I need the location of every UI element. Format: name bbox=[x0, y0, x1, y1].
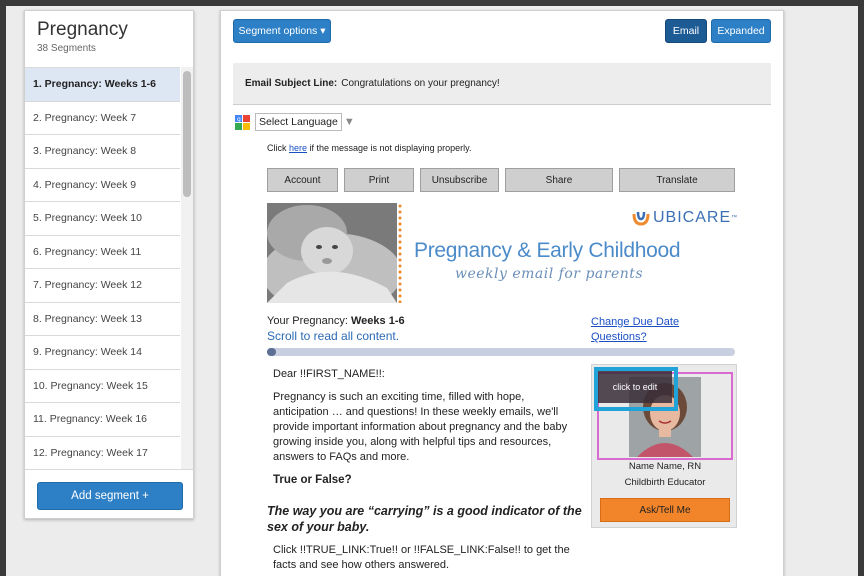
educator-name: Name Name, RN bbox=[628, 461, 702, 472]
chevron-down-icon[interactable]: ▼ bbox=[344, 116, 355, 128]
ubicare-mark-icon bbox=[632, 211, 650, 226]
segments-sidebar: Pregnancy 38 Segments 1. Pregnancy: Week… bbox=[24, 10, 194, 519]
email-preview-panel: Segment options ▾ Email Expanded Email S… bbox=[220, 10, 784, 576]
sidebar-item-segment[interactable]: 5. Pregnancy: Week 10 bbox=[25, 201, 180, 235]
banner-subtitle: weekly email for parents bbox=[455, 266, 644, 282]
notice-text-end: if the message is not displaying properl… bbox=[307, 143, 472, 153]
educator-role: Childbirth Educator bbox=[624, 477, 706, 488]
google-translate-icon: g bbox=[235, 114, 250, 130]
notice-text-start: Click bbox=[267, 143, 289, 153]
quiz-statement: The way you are “carrying” is a good ind… bbox=[267, 504, 582, 534]
display-here-link[interactable]: here bbox=[289, 143, 307, 153]
scrollbar-thumb[interactable] bbox=[183, 71, 191, 197]
educator-card: click to edit Name Name, RN Childbirth E… bbox=[591, 364, 737, 528]
language-select-label[interactable]: Select Language bbox=[255, 113, 342, 131]
change-due-date-link[interactable]: Change Due Date bbox=[591, 315, 701, 330]
subject-line-bar: Email Subject Line: Congratulations on y… bbox=[233, 63, 771, 105]
brand-name: UBICARE bbox=[653, 209, 732, 226]
trademark: ™ bbox=[731, 215, 739, 221]
sidebar-item-segment[interactable]: 11. Pregnancy: Week 16 bbox=[25, 402, 180, 436]
greeting: Dear !!FIRST_NAME!!: bbox=[273, 368, 385, 380]
baby-photo bbox=[267, 203, 397, 303]
sidebar-item-segment[interactable]: 2. Pregnancy: Week 7 bbox=[25, 100, 180, 135]
quiz-cta: Click !!TRUE_LINK:True!! or !!FALSE_LINK… bbox=[273, 544, 570, 571]
sidebar-title: Pregnancy bbox=[37, 19, 128, 40]
expanded-view-button[interactable]: Expanded bbox=[711, 19, 771, 43]
sidebar-item-segment[interactable]: 4. Pregnancy: Week 9 bbox=[25, 167, 180, 202]
decorative-dots bbox=[397, 203, 403, 303]
sidebar-item-segment[interactable]: 6. Pregnancy: Week 11 bbox=[25, 234, 180, 269]
display-notice: Click here if the message is not display… bbox=[267, 143, 471, 153]
svg-text:g: g bbox=[237, 116, 241, 123]
app-window: Pregnancy 38 Segments 1. Pregnancy: Week… bbox=[6, 6, 858, 576]
your-pregnancy-value: Weeks 1-6 bbox=[350, 315, 405, 327]
unsubscribe-button[interactable]: Unsubscribe bbox=[420, 168, 499, 192]
subject-value: Congratulations on your pregnancy! bbox=[341, 78, 500, 89]
segment-options-button[interactable]: Segment options ▾ bbox=[233, 19, 331, 43]
read-progress-bar bbox=[267, 348, 735, 356]
print-button[interactable]: Print bbox=[344, 168, 414, 192]
banner-title: Pregnancy & Early Childhood bbox=[414, 239, 681, 262]
language-selector[interactable]: g Select Language ▼ bbox=[235, 112, 355, 132]
sidebar-item-segment[interactable]: 8. Pregnancy: Week 13 bbox=[25, 301, 180, 336]
sidebar-item-segment[interactable]: 9. Pregnancy: Week 14 bbox=[25, 335, 180, 369]
segment-count: 38 Segments bbox=[37, 43, 96, 54]
sidebar-item-segment[interactable]: 12. Pregnancy: Week 17 bbox=[25, 435, 180, 470]
ubicare-logo: UBICARE ™ bbox=[632, 209, 738, 227]
sidebar-item-segment[interactable]: 10. Pregnancy: Week 15 bbox=[25, 368, 180, 403]
sidebar-footer: Add segment + bbox=[25, 469, 193, 518]
email-view-button[interactable]: Email bbox=[665, 19, 707, 43]
sidebar-scrollbar[interactable] bbox=[181, 67, 193, 469]
segment-list: 1. Pregnancy: Weeks 1-6 2. Pregnancy: Wee… bbox=[25, 67, 180, 469]
add-segment-button[interactable]: Add segment + bbox=[37, 482, 183, 510]
subject-label: Email Subject Line: bbox=[245, 78, 338, 89]
email-body: Dear !!FIRST_NAME!!: Pregnancy is such a… bbox=[273, 367, 573, 496]
account-button[interactable]: Account bbox=[267, 168, 338, 192]
questions-link[interactable]: Questions? bbox=[591, 330, 701, 345]
email-banner: UBICARE ™ Pregnancy & Early Childhood wee… bbox=[267, 203, 738, 303]
intro-paragraph: Pregnancy is such an exciting time, fill… bbox=[273, 391, 568, 463]
share-button[interactable]: Share bbox=[505, 168, 613, 192]
scroll-hint: Scroll to read all content. bbox=[267, 329, 400, 343]
sidebar-item-segment[interactable]: 1. Pregnancy: Weeks 1-6 bbox=[25, 67, 180, 101]
sidebar-item-segment[interactable]: 3. Pregnancy: Week 8 bbox=[25, 134, 180, 168]
true-false-heading: True or False? bbox=[273, 474, 352, 486]
your-pregnancy-label: Your Pregnancy: bbox=[267, 315, 351, 327]
progress-indicator bbox=[267, 348, 277, 356]
click-to-edit-overlay[interactable]: click to edit bbox=[598, 371, 672, 403]
your-pregnancy-heading: Your Pregnancy: Weeks 1-6 bbox=[267, 315, 405, 327]
due-date-links: Change Due Date Questions? bbox=[591, 315, 701, 345]
sidebar-item-segment[interactable]: 7. Pregnancy: Week 12 bbox=[25, 268, 180, 302]
ask-tell-me-button[interactable]: Ask/Tell Me bbox=[600, 498, 730, 522]
translate-button[interactable]: Translate bbox=[619, 168, 735, 192]
